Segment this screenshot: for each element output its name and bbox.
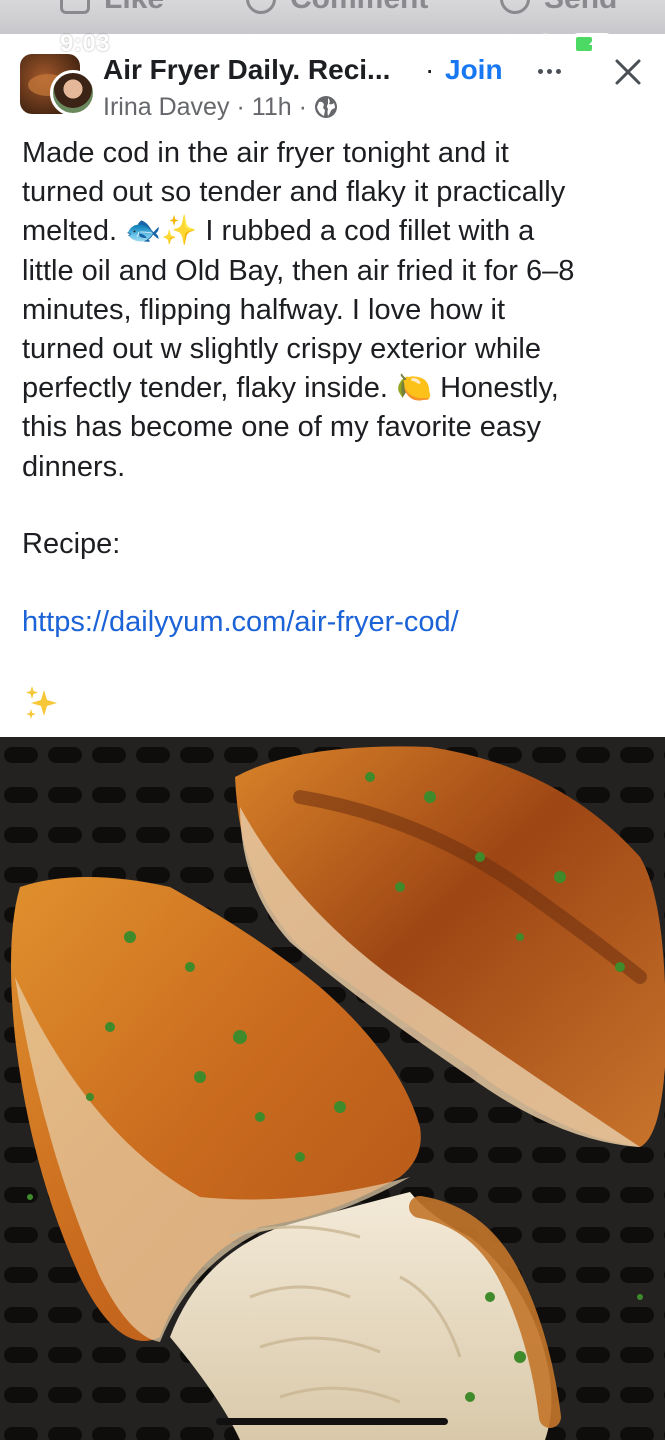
cellular-signal-icon	[485, 36, 514, 51]
post-line: little oil and Old Bay, then air fried i…	[22, 254, 575, 287]
group-name[interactable]: Air Fryer Daily. Reci...	[103, 54, 390, 86]
recipe-label: Recipe:	[22, 528, 121, 560]
meta-separator: ·	[236, 92, 245, 121]
post-text: Made cod in the air fryer tonight and it…	[22, 134, 650, 487]
post-header: Air Fryer Daily. Reci... · Join Irina Da…	[0, 50, 665, 130]
globe-icon	[314, 96, 337, 118]
sparkles-icon	[26, 686, 57, 719]
separator-dot: ·	[425, 54, 435, 85]
more-options-icon[interactable]	[538, 63, 568, 79]
send-icon	[500, 0, 530, 14]
cod-fillets-image	[0, 737, 665, 1440]
post-photo[interactable]	[0, 737, 665, 1440]
post-line: this has become one of my favorite easy	[22, 411, 542, 444]
author-avatar[interactable]	[50, 70, 96, 116]
post-time[interactable]: 11h	[252, 93, 292, 122]
comment-icon	[246, 0, 276, 14]
post-line: dinners.	[22, 450, 126, 483]
close-icon[interactable]	[612, 56, 644, 88]
post-line: turned out so tender and flaky it practi…	[22, 176, 566, 209]
post-line: Made cod in the air fryer tonight and it	[22, 137, 509, 169]
author-meta: Irina Davey · 11h ·	[103, 92, 338, 122]
ghost-like: Like	[60, 0, 164, 16]
ghost-comment: Comment	[246, 0, 428, 16]
like-icon	[60, 0, 90, 14]
post-line: minutes, flipping halfway. I love how it	[22, 293, 506, 326]
ghost-send: Send	[500, 0, 617, 16]
recipe-link[interactable]: https://dailyyum.com/air-fryer-cod/	[22, 606, 459, 639]
author-name[interactable]: Irina Davey	[103, 93, 229, 122]
join-button[interactable]: Join	[445, 54, 503, 86]
home-indicator[interactable]	[216, 1418, 448, 1425]
meta-separator: ·	[298, 92, 307, 121]
post-line: melted. 🐟✨ I rubbed a cod fillet with a	[22, 215, 535, 248]
post-line: perfectly tender, flaky inside. 🍋 Honest…	[22, 372, 559, 405]
post-line: turned out w slightly crispy exterior wh…	[22, 333, 541, 366]
